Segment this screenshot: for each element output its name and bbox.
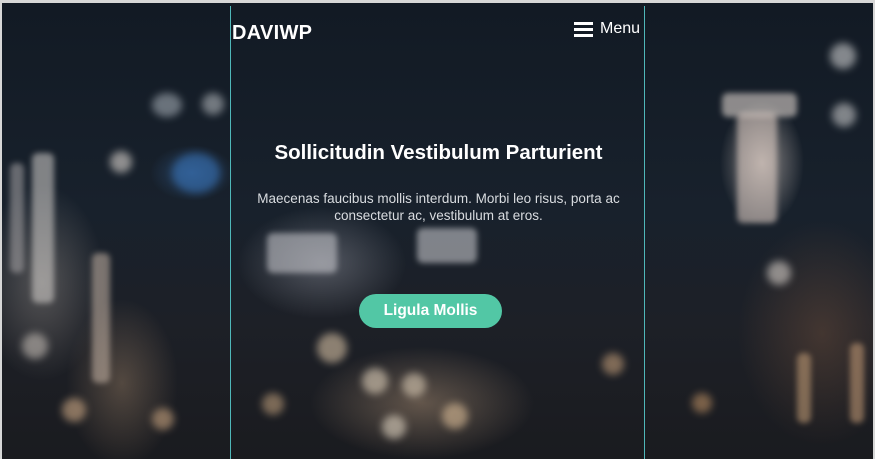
- layout-guide-left: [230, 6, 231, 459]
- menu-label: Menu: [600, 20, 641, 37]
- hero-description: Maecenas faucibus mollis interdum. Morbi…: [257, 191, 620, 223]
- page-frame: DAVIWP Menu Sollicitudin Vestibulum Part…: [0, 0, 875, 459]
- bokeh-light: [692, 393, 712, 413]
- bokeh-light: [830, 43, 856, 69]
- bokeh-light: [402, 373, 426, 397]
- cta-button[interactable]: Ligula Mollis: [359, 294, 502, 328]
- bokeh-light: [10, 163, 24, 273]
- bokeh-light: [832, 103, 856, 127]
- hamburger-icon: [574, 21, 593, 37]
- bokeh-light: [442, 403, 468, 429]
- bokeh-light: [22, 333, 48, 359]
- hero-title: Sollicitudin Vestibulum Parturient: [274, 141, 603, 164]
- bokeh-light: [602, 353, 624, 375]
- bokeh-light: [32, 153, 54, 303]
- bokeh-light: [737, 113, 777, 223]
- bokeh-light: [417, 228, 477, 263]
- bokeh-light: [262, 393, 284, 415]
- bokeh-light: [152, 93, 182, 117]
- menu-button[interactable]: Menu: [574, 19, 640, 39]
- bokeh-light: [797, 353, 811, 423]
- bokeh-light: [110, 151, 132, 173]
- hero-background-image: [2, 3, 873, 459]
- bokeh-light: [850, 343, 864, 423]
- bokeh-light: [767, 261, 791, 285]
- bokeh-light: [92, 253, 110, 383]
- layout-guide-right: [644, 6, 645, 459]
- bokeh-light: [172, 153, 220, 193]
- bokeh-light: [362, 368, 388, 394]
- bokeh-light: [382, 415, 406, 439]
- bokeh-light: [62, 398, 86, 422]
- bokeh-light: [267, 233, 337, 273]
- site-logo[interactable]: DAVIWP: [232, 22, 312, 45]
- bokeh-light: [152, 408, 174, 430]
- bokeh-light: [317, 333, 347, 363]
- bokeh-light: [202, 93, 224, 115]
